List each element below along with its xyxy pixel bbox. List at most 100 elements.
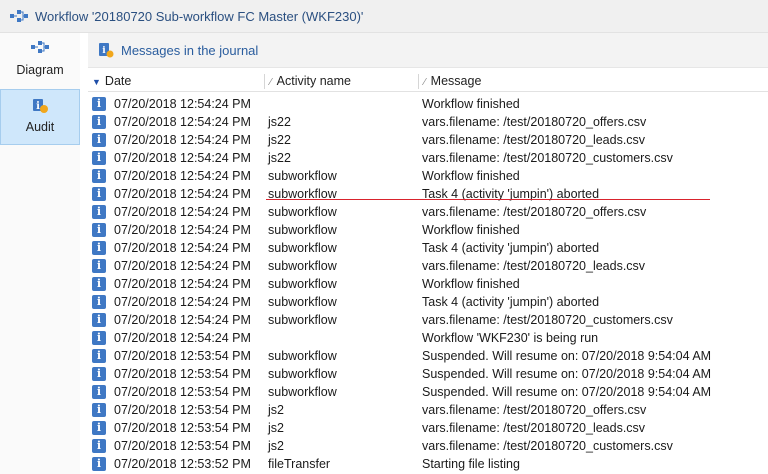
table-row[interactable]: i 07/20/2018 12:53:54 PM subworkflow Suspen… <box>88 365 768 383</box>
table-row[interactable]: i 07/20/2018 12:54:24 PM js22 vars.filename… <box>88 149 768 167</box>
info-icon: i <box>92 367 106 381</box>
svg-text:i: i <box>102 46 106 56</box>
cell-message: vars.filename: /test/20180720_offers.csv <box>422 205 647 219</box>
info-icon: i <box>92 97 106 111</box>
cell-activity: subworkflow <box>268 205 337 219</box>
audit-icon: i <box>33 99 48 113</box>
cell-message: vars.filename: /test/20180720_offers.csv <box>422 115 647 129</box>
info-icon: i <box>92 277 106 291</box>
info-icon: i <box>92 403 106 417</box>
table-row[interactable]: i 07/20/2018 12:53:54 PM subworkflow Suspen… <box>88 383 768 401</box>
info-icon: i <box>92 259 106 273</box>
table-row[interactable]: i 07/20/2018 12:54:24 PM subworkflow Task 4… <box>88 239 768 257</box>
table-row[interactable]: i 07/20/2018 12:54:24 PM subworkflow vars.f… <box>88 311 768 329</box>
cell-date: 07/20/2018 12:54:24 PM <box>114 115 251 129</box>
table-row[interactable]: i 07/20/2018 12:53:54 PM subworkflow Suspen… <box>88 347 768 365</box>
table-row[interactable]: i 07/20/2018 12:54:24 PM subworkflow Workfl… <box>88 275 768 293</box>
cell-message: Task 4 (activity 'jumpin') aborted <box>422 241 600 255</box>
info-icon: i <box>92 133 106 147</box>
cell-message: Suspended. Will resume on: 07/20/2018 9:… <box>422 367 712 381</box>
table-row[interactable]: i 07/20/2018 12:54:24 PM Workflow finished <box>88 95 768 113</box>
cell-message: Workflow 'WKF230' is being run <box>422 331 599 345</box>
cell-activity: js22 <box>268 115 291 129</box>
cell-activity: subworkflow <box>268 277 337 291</box>
journal-icon: i <box>99 43 114 58</box>
cell-activity: subworkflow <box>268 241 337 255</box>
cell-activity: js2 <box>268 403 284 417</box>
cell-date: 07/20/2018 12:54:24 PM <box>114 223 251 237</box>
table-row[interactable]: i 07/20/2018 12:53:54 PM js2 vars.filename:… <box>88 401 768 419</box>
cell-message: Task 4 (activity 'jumpin') aborted <box>422 295 600 309</box>
table-row[interactable]: i 07/20/2018 12:53:54 PM js2 vars.filename:… <box>88 419 768 437</box>
cell-date: 07/20/2018 12:54:24 PM <box>114 151 251 165</box>
cell-message: vars.filename: /test/20180720_customers.… <box>422 439 673 453</box>
cell-date: 07/20/2018 12:54:24 PM <box>114 295 251 309</box>
info-icon: i <box>92 205 106 219</box>
cell-date: 07/20/2018 12:54:24 PM <box>114 331 251 345</box>
table-row[interactable]: i 07/20/2018 12:54:24 PM js22 vars.filename… <box>88 131 768 149</box>
cell-date: 07/20/2018 12:54:24 PM <box>114 97 251 111</box>
table-row[interactable]: i 07/20/2018 12:54:24 PM subworkflow vars.f… <box>88 203 768 221</box>
table-row[interactable]: i 07/20/2018 12:54:24 PM Workflow 'WKF230'… <box>88 329 768 347</box>
sort-indicator-icon: ⁄ <box>424 77 426 88</box>
annotation-underline <box>266 199 710 200</box>
column-header-message[interactable]: ⁄ Message <box>424 71 481 91</box>
table-row[interactable]: i 07/20/2018 12:54:24 PM subworkflow vars.f… <box>88 257 768 275</box>
cell-message: Suspended. Will resume on: 07/20/2018 9:… <box>422 385 712 399</box>
table-row[interactable]: i 07/20/2018 12:54:24 PM js22 vars.filename… <box>88 113 768 131</box>
table-row[interactable]: i 07/20/2018 12:53:52 PM fileTransfer Start… <box>88 455 768 473</box>
info-icon: i <box>92 457 106 471</box>
column-header-activity[interactable]: ⁄ Activity name <box>270 71 351 91</box>
sort-indicator-icon: ⁄ <box>270 77 272 88</box>
column-divider[interactable] <box>418 74 419 89</box>
table-header: ▼ Date ⁄ Activity name ⁄ Message <box>88 71 768 92</box>
cell-message: Workflow finished <box>422 223 520 237</box>
journal-panel: i Messages in the journal ▼ Date ⁄ Activit… <box>88 33 768 474</box>
table-row[interactable]: i 07/20/2018 12:54:24 PM subworkflow Workfl… <box>88 221 768 239</box>
column-header-date[interactable]: ▼ Date <box>92 71 131 91</box>
info-icon: i <box>92 223 106 237</box>
cell-date: 07/20/2018 12:53:54 PM <box>114 349 251 363</box>
cell-activity: js22 <box>268 151 291 165</box>
diagram-icon <box>31 41 49 53</box>
cell-date: 07/20/2018 12:54:24 PM <box>114 277 251 291</box>
cell-date: 07/20/2018 12:53:54 PM <box>114 367 251 381</box>
cell-message: vars.filename: /test/20180720_leads.csv <box>422 421 646 435</box>
cell-message: Workflow finished <box>422 169 520 183</box>
cell-message: vars.filename: /test/20180720_offers.csv <box>422 403 647 417</box>
cell-activity: subworkflow <box>268 367 337 381</box>
cell-date: 07/20/2018 12:54:24 PM <box>114 259 251 273</box>
table-row[interactable]: i 07/20/2018 12:54:24 PM subworkflow Task 4… <box>88 293 768 311</box>
panel-title: Messages in the journal <box>121 42 259 58</box>
info-icon: i <box>92 313 106 327</box>
sidebar-item-diagram[interactable]: Diagram <box>0 33 80 87</box>
sidebar: Diagram i Audit <box>0 33 80 474</box>
cell-date: 07/20/2018 12:54:24 PM <box>114 169 251 183</box>
table-row[interactable]: i 07/20/2018 12:54:24 PM subworkflow Workfl… <box>88 167 768 185</box>
svg-text:i: i <box>36 101 40 112</box>
column-divider[interactable] <box>264 74 265 89</box>
cell-date: 07/20/2018 12:54:24 PM <box>114 313 251 327</box>
cell-activity: js2 <box>268 421 284 435</box>
cell-message: Workflow finished <box>422 97 520 111</box>
panel-header: i Messages in the journal <box>88 33 768 68</box>
cell-message: Starting file listing <box>422 457 520 471</box>
cell-activity: subworkflow <box>268 187 337 201</box>
cell-date: 07/20/2018 12:53:54 PM <box>114 421 251 435</box>
cell-message: vars.filename: /test/20180720_customers.… <box>422 151 673 165</box>
cell-message: Workflow finished <box>422 277 520 291</box>
info-icon: i <box>92 439 106 453</box>
info-icon: i <box>92 151 106 165</box>
cell-activity: subworkflow <box>268 385 337 399</box>
table-row[interactable]: i 07/20/2018 12:54:24 PM subworkflow Task 4… <box>88 185 768 203</box>
cell-activity: js2 <box>268 439 284 453</box>
table-row[interactable]: i 07/20/2018 12:53:54 PM js2 vars.filename:… <box>88 437 768 455</box>
cell-date: 07/20/2018 12:54:24 PM <box>114 205 251 219</box>
cell-date: 07/20/2018 12:54:24 PM <box>114 187 251 201</box>
sidebar-item-audit[interactable]: i Audit <box>0 89 80 145</box>
cell-message: vars.filename: /test/20180720_leads.csv <box>422 259 646 273</box>
cell-date: 07/20/2018 12:53:52 PM <box>114 457 251 471</box>
cell-date: 07/20/2018 12:53:54 PM <box>114 403 251 417</box>
cell-activity: js22 <box>268 133 291 147</box>
cell-activity: subworkflow <box>268 295 337 309</box>
